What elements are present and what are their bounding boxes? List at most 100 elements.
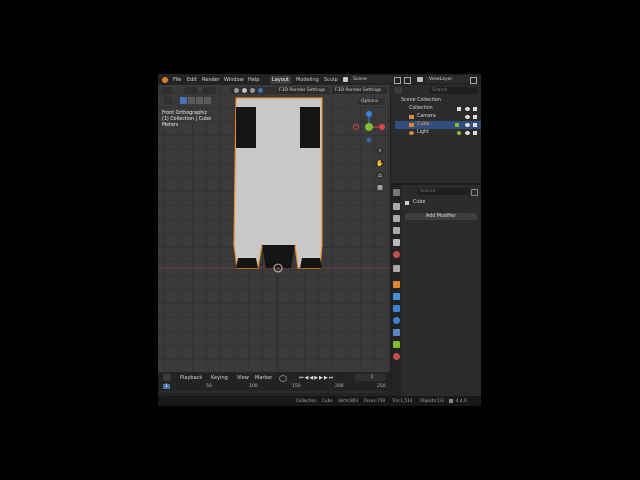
scene-field[interactable]: Scene xyxy=(350,76,393,83)
record-icon[interactable] xyxy=(279,375,287,382)
status-version: 4.4.0 xyxy=(456,398,467,403)
navigation-gizmo[interactable] xyxy=(351,109,387,145)
render-tab-icon[interactable] xyxy=(393,203,400,210)
playback-controls[interactable]: ⏮◀◀▶▶▶⏭ xyxy=(299,375,349,381)
status-bar: Collection Cube Verts:803 Faces:759 Tris… xyxy=(158,396,481,406)
outliner-collection[interactable]: Collection xyxy=(395,105,481,113)
eye-icon[interactable] xyxy=(465,131,470,135)
timeline-scrollbar[interactable] xyxy=(162,391,386,393)
frame-tick-150: 150 xyxy=(292,384,301,389)
frame-tick-200: 200 xyxy=(335,384,344,389)
timeline-ruler[interactable]: 1 50 100 150 200 250 xyxy=(162,384,386,394)
menu-edit[interactable]: Edit xyxy=(187,77,197,83)
outliner-item-camera[interactable]: Camera xyxy=(395,113,481,121)
frame-tick-1: 1 xyxy=(163,384,170,389)
outliner-search-input[interactable]: Search xyxy=(429,87,478,94)
menu-playback[interactable]: Playback xyxy=(180,375,202,381)
add-modifier-button[interactable]: Add Modifier xyxy=(405,213,477,220)
left-window xyxy=(236,107,256,148)
menu-keying[interactable]: Keying xyxy=(211,375,228,381)
camera-icon[interactable] xyxy=(473,107,477,111)
material-tab-icon[interactable] xyxy=(393,353,400,360)
camera-icon[interactable] xyxy=(473,123,477,127)
physics-tab-icon[interactable] xyxy=(393,317,400,324)
x-axis-icon xyxy=(379,124,385,130)
outliner-scene-collection[interactable]: Scene Collection xyxy=(395,97,481,105)
frame-tick-100: 100 xyxy=(249,384,258,389)
outliner-item-light[interactable]: Light xyxy=(395,129,481,137)
scene-collection-label: Scene Collection xyxy=(401,98,441,103)
wrench-icon xyxy=(405,201,409,205)
camera-view-icon[interactable]: ⌂ xyxy=(376,171,384,179)
new-view-layer-icon[interactable] xyxy=(470,77,477,84)
outliner-editor-icon[interactable] xyxy=(394,87,402,94)
modifier-tab-icon[interactable] xyxy=(393,293,400,300)
modifier-object-name: Cube xyxy=(413,200,426,205)
tab-sculpt[interactable]: Sculp xyxy=(322,76,340,84)
right-window xyxy=(300,107,320,148)
right-foot xyxy=(300,258,322,268)
timeline-editor-icon[interactable] xyxy=(163,374,171,381)
camera-icon[interactable] xyxy=(473,115,477,119)
current-frame-field[interactable]: 1 xyxy=(355,374,386,381)
collection-tab-icon[interactable] xyxy=(393,265,400,272)
data-tab-icon[interactable] xyxy=(393,341,400,348)
outliner: Search Scene Collection Collection Camer… xyxy=(391,85,481,183)
object-tab-icon[interactable] xyxy=(393,281,400,288)
view-layer-name: ViewLayer xyxy=(429,77,453,82)
menu-file[interactable]: File xyxy=(173,77,181,83)
output-tab-icon[interactable] xyxy=(393,215,400,222)
particles-tab-icon[interactable] xyxy=(393,305,400,312)
zoom-icon[interactable]: ⌕ xyxy=(376,147,384,155)
menu-help[interactable]: Help xyxy=(248,77,259,83)
delete-scene-icon[interactable] xyxy=(404,77,411,84)
checkbox-icon[interactable] xyxy=(457,107,461,111)
current-frame-value: 1 xyxy=(370,375,374,380)
status-tris: Tris:1,514 xyxy=(392,398,413,403)
cube-label: Cube xyxy=(417,122,430,127)
z-axis-icon xyxy=(366,111,372,117)
center-notch xyxy=(262,245,295,268)
scene-tab-icon[interactable] xyxy=(393,239,400,246)
world-tab-icon[interactable] xyxy=(393,251,400,258)
view-layer-field[interactable]: ViewLayer xyxy=(426,76,469,83)
status-objects: Objects:1/3 xyxy=(420,398,444,403)
scene-selector-icon[interactable] xyxy=(343,77,348,82)
view-layer-icon[interactable] xyxy=(417,77,423,82)
tab-modeling[interactable]: Modeling xyxy=(294,76,321,84)
menu-marker[interactable]: Marker xyxy=(255,375,272,381)
add-modifier-label: Add Modifier xyxy=(425,214,457,219)
properties-search-placeholder: Search xyxy=(420,189,436,194)
tool-tab-icon[interactable] xyxy=(393,189,400,196)
eye-icon[interactable] xyxy=(465,123,470,127)
status-faces: Faces:759 xyxy=(364,398,386,403)
top-menu-bar: File Edit Render Window Help Layout Mode… xyxy=(158,74,481,85)
new-scene-icon[interactable] xyxy=(394,77,401,84)
memory-icon xyxy=(449,399,453,403)
camera-object-icon xyxy=(409,115,414,119)
eye-icon[interactable] xyxy=(465,107,470,111)
pin-icon[interactable] xyxy=(471,189,478,196)
menu-render[interactable]: Render xyxy=(202,77,220,83)
tab-layout[interactable]: Layout xyxy=(270,76,291,84)
menu-view[interactable]: View xyxy=(237,375,249,381)
timeline: Playback Keying View Marker ⏮◀◀▶▶▶⏭ 1 1 … xyxy=(158,372,390,396)
constraints-tab-icon[interactable] xyxy=(393,329,400,336)
3d-viewport[interactable]: F3D Render Settings F3D Render Settings … xyxy=(158,85,390,372)
frame-tick-250: 250 xyxy=(377,384,386,389)
properties-search-input[interactable]: Search xyxy=(417,188,470,195)
toggle-perspective-icon[interactable]: ▦ xyxy=(376,183,384,191)
pan-hand-icon[interactable]: ✋ xyxy=(376,159,384,167)
status-verts: Verts:803 xyxy=(338,398,359,403)
menu-window[interactable]: Window xyxy=(224,77,244,83)
camera-icon[interactable] xyxy=(473,131,477,135)
modifier-icon xyxy=(455,123,459,127)
light-object-icon xyxy=(409,131,414,135)
status-collection: Collection xyxy=(296,398,317,403)
eye-icon[interactable] xyxy=(465,115,470,119)
properties-tab-bar xyxy=(391,185,401,396)
blender-logo-icon[interactable] xyxy=(162,77,168,83)
view-layer-tab-icon[interactable] xyxy=(393,227,400,234)
outliner-item-cube[interactable]: Cube xyxy=(395,121,481,129)
collection-label: Collection xyxy=(409,106,433,111)
